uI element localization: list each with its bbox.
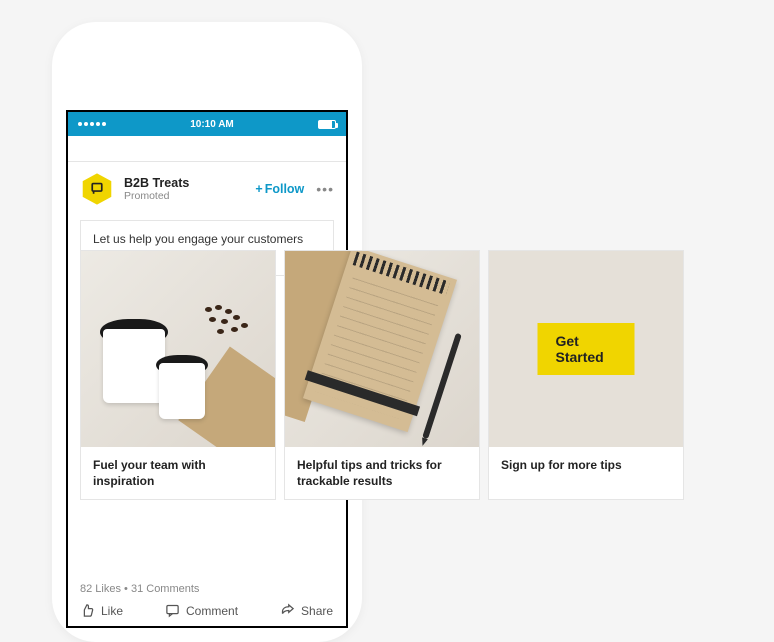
carousel[interactable]: Fuel your team with inspiration Helpful …	[80, 250, 684, 500]
follow-label: Follow	[265, 182, 305, 196]
actions-row: Like Comment Share	[80, 603, 334, 618]
follow-button[interactable]: + Follow	[255, 182, 304, 196]
carousel-card-1[interactable]: Fuel your team with inspiration	[80, 250, 276, 500]
likes-count: 82 Likes	[80, 583, 121, 595]
post-header: B2B Treats Promoted + Follow •••	[68, 162, 346, 216]
signal-dots-icon	[78, 122, 106, 126]
like-button[interactable]: Like	[80, 603, 123, 618]
share-label: Share	[301, 604, 333, 618]
nav-bar	[68, 136, 346, 162]
share-button[interactable]: Share	[280, 603, 333, 618]
card-image	[285, 251, 479, 447]
comments-count: 31 Comments	[131, 583, 199, 595]
more-icon[interactable]: •••	[316, 181, 334, 197]
share-icon	[280, 603, 295, 618]
carousel-card-3[interactable]: Get Started Sign up for more tips	[488, 250, 684, 500]
separator: •	[121, 583, 131, 595]
advertiser-info[interactable]: B2B Treats Promoted	[124, 176, 255, 202]
card-caption: Sign up for more tips	[489, 447, 683, 495]
comment-icon	[165, 603, 180, 618]
comment-label: Comment	[186, 604, 238, 618]
engagement-stats[interactable]: 82 Likes • 31 Comments	[80, 583, 334, 595]
promoted-tag: Promoted	[124, 190, 255, 202]
card-caption: Helpful tips and tricks for trackable re…	[285, 447, 479, 499]
status-bar: 10:10 AM	[68, 112, 346, 136]
card-caption: Fuel your team with inspiration	[81, 447, 275, 499]
advertiser-name: B2B Treats	[124, 176, 255, 190]
advertiser-logo[interactable]	[80, 172, 114, 206]
battery-icon	[318, 120, 336, 129]
get-started-button[interactable]: Get Started	[538, 323, 635, 375]
status-time: 10:10 AM	[190, 119, 234, 130]
card-image	[81, 251, 275, 447]
thumbs-up-icon	[80, 603, 95, 618]
carousel-card-2[interactable]: Helpful tips and tricks for trackable re…	[284, 250, 480, 500]
like-label: Like	[101, 604, 123, 618]
card-image: Get Started	[489, 251, 683, 447]
comment-button[interactable]: Comment	[165, 603, 238, 618]
plus-icon: +	[255, 182, 262, 196]
post-footer: 82 Likes • 31 Comments Like Comment Shar…	[80, 583, 334, 618]
